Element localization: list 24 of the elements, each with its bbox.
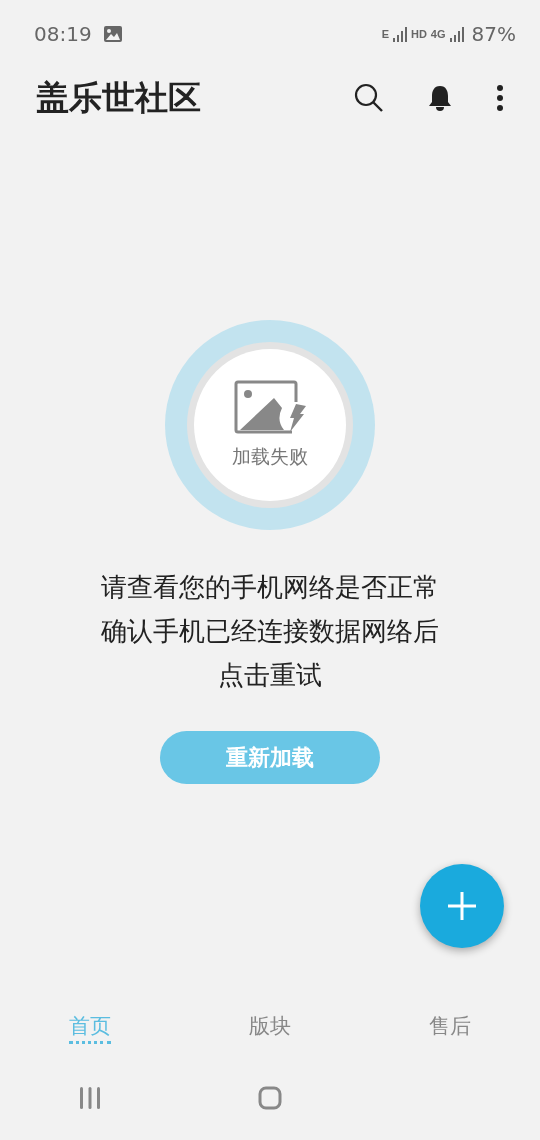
image-caption: 加载失败 <box>232 444 308 469</box>
more-icon[interactable] <box>496 85 504 111</box>
recent-apps-icon[interactable] <box>79 1087 101 1109</box>
search-icon[interactable] <box>354 83 384 113</box>
clock: 08:19 <box>34 22 92 46</box>
broken-image-icon <box>234 380 306 434</box>
image-icon <box>103 26 122 42</box>
network-label: E <box>381 28 389 40</box>
network-label: 4G <box>430 28 446 40</box>
battery-level: 87% <box>471 22 516 46</box>
nav-tab[interactable]: 售后 <box>429 1012 471 1044</box>
nav-tab[interactable]: 首页 <box>69 1012 111 1044</box>
plus-icon <box>448 892 476 920</box>
home-icon[interactable] <box>258 1086 282 1110</box>
signal-icon <box>392 26 407 42</box>
network-label: HD <box>410 28 427 40</box>
reload-button[interactable]: 重新加载 <box>160 731 380 784</box>
signal-icon <box>449 26 464 42</box>
app-title: 盖乐世社区 <box>36 76 202 119</box>
bell-icon[interactable] <box>428 85 452 111</box>
error-message-line: 确认手机已经连接数据网络后 <box>101 615 439 648</box>
error-message-line: 点击重试 <box>218 659 322 692</box>
nav-tab[interactable]: 版块 <box>249 1012 291 1044</box>
error-message-line: 请查看您的手机网络是否正常 <box>101 571 439 604</box>
